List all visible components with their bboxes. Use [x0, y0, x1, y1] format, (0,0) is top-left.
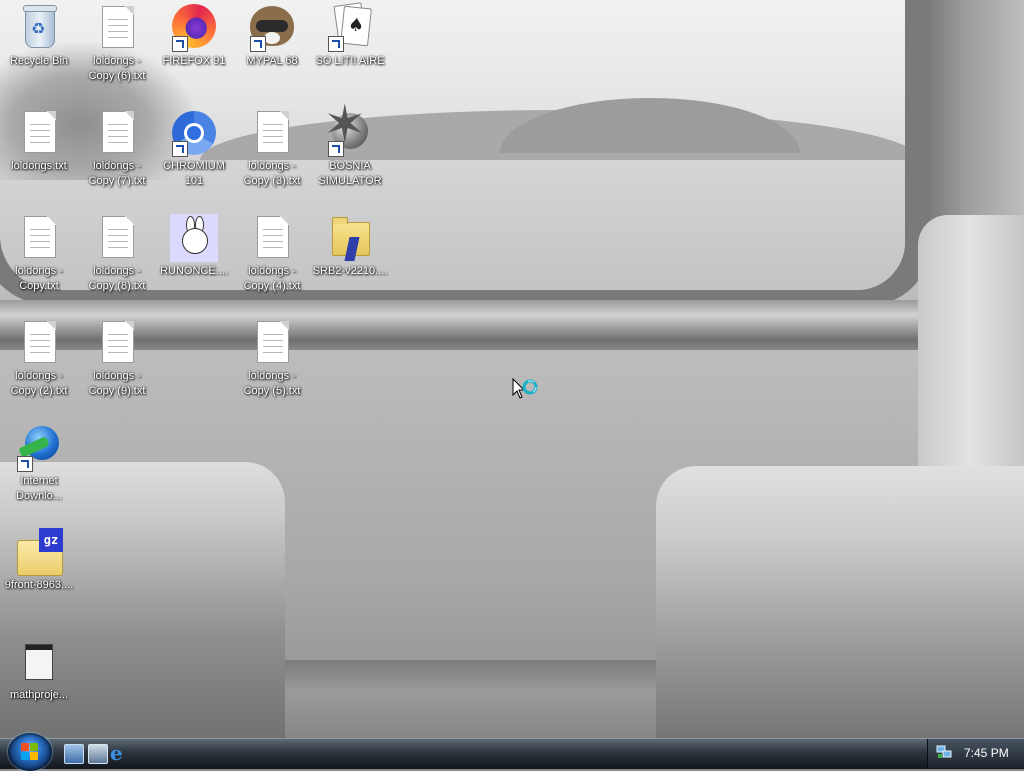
text-file-icon	[248, 109, 296, 157]
application-icon	[15, 638, 63, 686]
mine-icon	[323, 99, 374, 157]
gz-archive-icon: gz	[15, 528, 63, 576]
desktop-icon-label: CHROMIUM 101	[163, 160, 225, 187]
folder-icon	[326, 214, 374, 262]
text-file-icon	[93, 4, 141, 52]
desktop-icon-label: loldongs.txt	[11, 160, 67, 172]
desktop-icon-internet-download-manager[interactable]: Internet Downlo...	[0, 424, 78, 504]
desktop-icon-firefox[interactable]: FIREFOX 91	[155, 4, 233, 69]
recycle-bin-icon	[15, 4, 63, 52]
wallpaper-seat-right	[656, 466, 1024, 738]
desktop-icon-solitaire[interactable]: ♠ SO LIT!! AIRE	[311, 2, 389, 69]
desktop-icon-srb2-folder[interactable]: SRB2-v2210....	[311, 214, 389, 279]
desktop-icon-loldongs-copy-3[interactable]: loldongs - Copy (3).txt	[233, 109, 311, 189]
text-file-icon	[248, 319, 296, 367]
desktop-icon-loldongs-copy-9[interactable]: loldongs - Copy (9).txt	[78, 319, 156, 399]
desktop-icon-runonce[interactable]: RUNONCE....	[155, 214, 233, 279]
desktop-icon-loldongs-copy-5[interactable]: loldongs - Copy (5).txt	[233, 319, 311, 399]
desktop-icon-label: loldongs - Copy (6).txt	[88, 55, 146, 82]
taskbar-clock[interactable]: 7:45 PM	[964, 746, 1009, 760]
desktop-icon-label: loldongs - Copy (3).txt	[243, 160, 301, 187]
desktop-icon-recycle-bin[interactable]: Recycle Bin	[0, 4, 78, 69]
show-desktop-icon[interactable]	[64, 744, 84, 764]
text-file-icon	[15, 319, 63, 367]
desktop-icon-chromium[interactable]: CHROMIUM 101	[155, 109, 233, 189]
desktop-icon-loldongs-copy-4[interactable]: loldongs - Copy (4).txt	[233, 214, 311, 294]
start-orb-icon[interactable]	[8, 733, 52, 771]
shortcut-arrow-icon	[172, 36, 188, 52]
desktop-icon-label: SO LIT!! AIRE	[315, 55, 385, 67]
desktop-icon-9front-archive[interactable]: gz 9front-8963....	[0, 528, 78, 593]
desktop-icon-mathproject[interactable]: mathproje...	[0, 638, 78, 703]
desktop-icon-label: loldongs - Copy (5).txt	[243, 370, 301, 397]
desktop-icon-loldongs-copy[interactable]: loldongs - Copy.txt	[0, 214, 78, 294]
desktop-icon-label: RUNONCE....	[160, 265, 228, 277]
shortcut-arrow-icon	[17, 456, 33, 472]
desktop-icon-label: Recycle Bin	[9, 55, 69, 67]
desktop-icon-bosnia-simulator[interactable]: BOSNIA SIMULATOR	[311, 99, 389, 189]
desktop-icon-loldongs-copy-7[interactable]: loldongs - Copy (7).txt	[78, 109, 156, 189]
network-icon[interactable]	[936, 745, 952, 759]
shortcut-arrow-icon	[250, 36, 266, 52]
desktop-icon-label: loldongs - Copy (2).txt	[10, 370, 68, 397]
text-file-icon	[15, 109, 63, 157]
mypal-icon	[248, 4, 296, 52]
text-file-icon	[93, 109, 141, 157]
shortcut-arrow-icon	[328, 36, 344, 52]
rabbit-icon	[170, 214, 218, 262]
desktop-icon-label: loldongs - Copy (8).txt	[88, 265, 146, 292]
busy-cursor-icon	[512, 378, 538, 399]
text-file-icon	[93, 214, 141, 262]
desktop-icon-label: FIREFOX 91	[162, 55, 226, 67]
text-file-icon	[93, 319, 141, 367]
desktop-icon-label: loldongs - Copy (9).txt	[88, 370, 146, 397]
solitaire-icon: ♠	[326, 2, 374, 52]
text-file-icon	[15, 214, 63, 262]
firefox-icon	[170, 4, 218, 52]
shortcut-arrow-icon	[172, 141, 188, 157]
desktop-icon-label: Internet Downlo...	[16, 475, 62, 502]
shortcut-arrow-icon	[328, 141, 344, 157]
internet-download-manager-icon	[15, 424, 63, 472]
desktop-icon-label: loldongs - Copy (7).txt	[88, 160, 146, 187]
internet-explorer-icon[interactable]: e	[110, 743, 130, 763]
desktop-icon-label: 9front-8963....	[4, 579, 74, 591]
desktop-icon-label: BOSNIA SIMULATOR	[318, 160, 382, 187]
windows-flag-icon	[21, 743, 39, 761]
desktop-icon-label: mathproje...	[9, 689, 69, 701]
wallpaper-hill-peak	[500, 98, 800, 153]
desktop-icon-loldongs[interactable]: loldongs.txt	[0, 109, 78, 174]
taskbar	[0, 738, 1024, 769]
switch-windows-icon[interactable]	[88, 744, 108, 764]
desktop-icon-mypal[interactable]: MYPAL 68	[233, 4, 311, 69]
desktop-icon-label: loldongs - Copy.txt	[15, 265, 63, 292]
desktop-icon-label: SRB2-v2210....	[312, 265, 388, 277]
desktop-icon-label: loldongs - Copy (4).txt	[243, 265, 301, 292]
desktop-icon-loldongs-copy-6[interactable]: loldongs - Copy (6).txt	[78, 4, 156, 84]
desktop-icon-loldongs-copy-8[interactable]: loldongs - Copy (8).txt	[78, 214, 156, 294]
desktop-icon-loldongs-copy-2[interactable]: loldongs - Copy (2).txt	[0, 319, 78, 399]
system-tray: 7:45 PM	[927, 739, 1024, 768]
chromium-icon	[170, 109, 218, 157]
text-file-icon	[248, 214, 296, 262]
desktop-icon-label: MYPAL 68	[246, 55, 298, 67]
